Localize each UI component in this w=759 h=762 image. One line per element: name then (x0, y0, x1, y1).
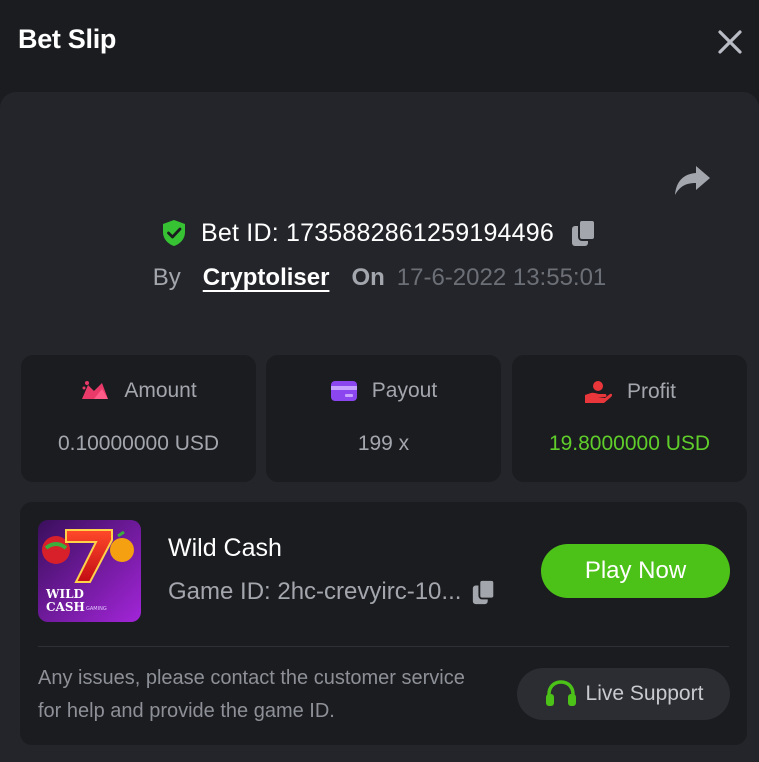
share-icon (675, 166, 710, 195)
profit-header: Profit (512, 379, 747, 405)
headset-icon (545, 680, 576, 706)
profit-card: Profit 19.8000000 USD (512, 355, 747, 482)
profit-value: 19.8000000 USD (548, 432, 711, 455)
game-id-row: Game ID: 2hc-crevyirc-10... (168, 578, 497, 606)
verified-shield-icon (163, 220, 186, 246)
on-label: On (351, 264, 385, 291)
bet-meta-row: By Cryptoliser On 17-6-2022 13:55:01 (0, 261, 759, 295)
share-button[interactable] (672, 164, 712, 198)
close-icon (718, 30, 742, 54)
payout-label: Payout (371, 379, 438, 402)
amount-header: Amount (21, 379, 256, 403)
svg-text:CASH: CASH (46, 600, 85, 614)
game-id: Game ID: 2hc-crevyirc-10... (168, 578, 462, 605)
amount-value: 0.10000000 USD (57, 432, 220, 455)
game-card: WILD CASH GAMING Wild Cash Game ID: 2hc-… (20, 502, 747, 745)
author-link[interactable]: Cryptoliser (203, 264, 330, 292)
svg-text:WILD: WILD (45, 587, 84, 601)
payout-card: Payout 199 x (266, 355, 501, 482)
wild-cash-logo-icon: WILD CASH GAMING (38, 520, 141, 622)
bet-id: Bet ID: 1735882861259194496 (201, 218, 554, 247)
bet-id-row: Bet ID: 1735882861259194496 (0, 214, 759, 252)
svg-text:GAMING: GAMING (86, 606, 107, 612)
game-name: Wild Cash (168, 534, 282, 562)
copy-game-id-icon[interactable] (471, 578, 497, 606)
amount-label: Amount (124, 379, 197, 402)
divider (38, 646, 729, 647)
game-thumbnail[interactable]: WILD CASH GAMING (38, 520, 141, 622)
card-icon (330, 381, 357, 401)
hand-profit-icon (584, 381, 613, 403)
live-support-label: Live Support (585, 682, 704, 705)
help-text: Any issues, please contact the customer … (38, 667, 465, 722)
profit-label: Profit (626, 380, 676, 403)
payout-header: Payout (266, 379, 501, 403)
amount-card: Amount 0.10000000 USD (21, 355, 256, 482)
bet-datetime: 17-6-2022 13:55:01 (396, 264, 607, 291)
copy-bet-id-icon[interactable] (570, 218, 598, 248)
close-button[interactable] (714, 26, 746, 58)
money-bag-icon (82, 381, 109, 399)
header: Bet Slip (0, 0, 759, 92)
live-support-button[interactable]: Live Support (517, 668, 730, 720)
payout-value: 199 x (357, 432, 410, 455)
by-label: By (152, 264, 181, 291)
play-now-button[interactable]: Play Now (541, 544, 730, 598)
page-title: Bet Slip (18, 24, 117, 54)
